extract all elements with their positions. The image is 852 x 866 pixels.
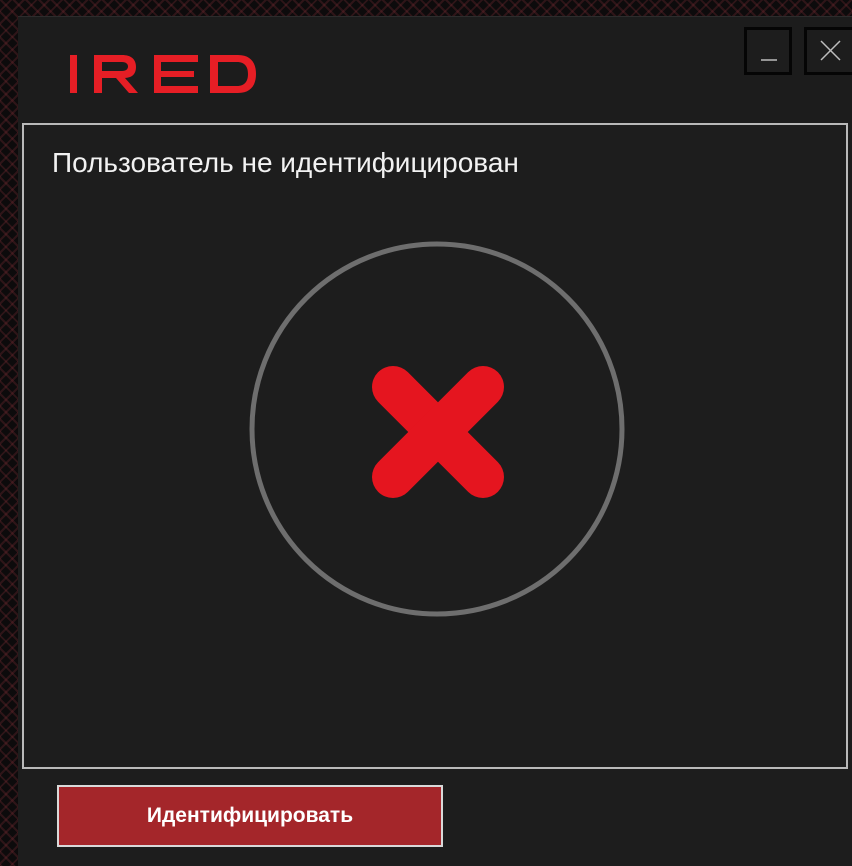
- ired-logo: [70, 55, 256, 93]
- close-icon: [820, 40, 841, 61]
- minimize-icon: [761, 59, 777, 61]
- status-panel: Пользователь не идентифицирован: [22, 123, 848, 769]
- minimize-button[interactable]: [744, 27, 792, 75]
- status-indicator: [249, 241, 625, 617]
- identify-button[interactable]: Идентифицировать: [57, 785, 443, 847]
- app-window: Пользователь не идентифицирован Идентифи…: [18, 16, 852, 866]
- status-message: Пользователь не идентифицирован: [52, 147, 519, 178]
- footer-bar: Идентифицировать: [18, 773, 852, 866]
- close-button[interactable]: [804, 27, 852, 75]
- x-mark-icon: [372, 366, 504, 498]
- title-bar: [18, 17, 852, 123]
